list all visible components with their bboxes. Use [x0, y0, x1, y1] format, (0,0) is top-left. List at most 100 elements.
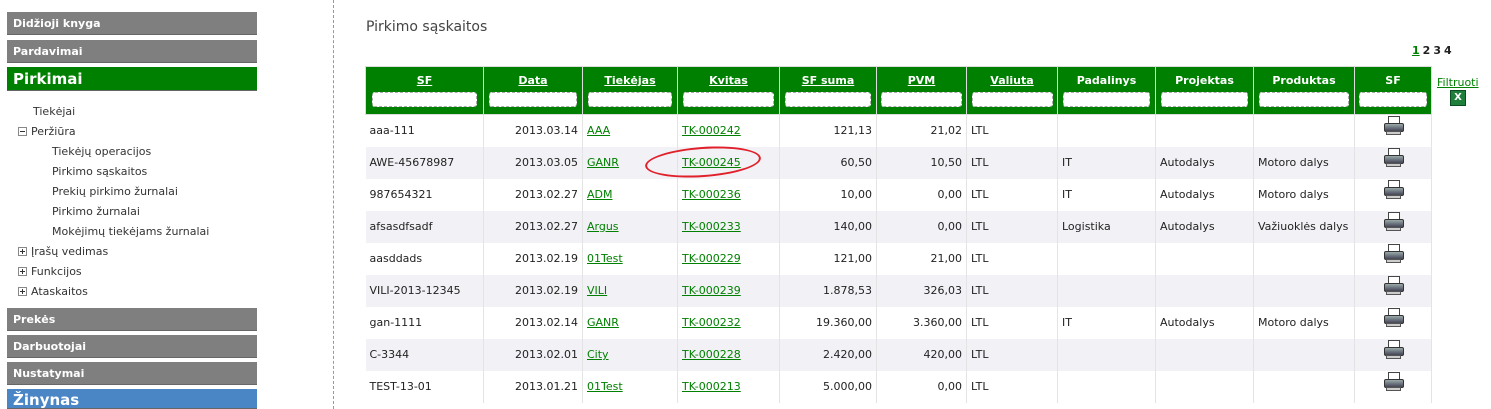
supplier-link[interactable]: Argus — [587, 220, 619, 233]
excel-icon[interactable]: X — [1450, 90, 1466, 106]
filter-input[interactable] — [1160, 92, 1249, 107]
tree-item-prekiu-pirkimo-zurnalai[interactable]: Prekių pirkimo žurnalai — [52, 185, 178, 199]
cell-valiuta: LTL — [966, 242, 1058, 275]
column-label: Tiekėjas — [604, 74, 656, 87]
menu-darbuotojai[interactable]: Darbuotojai — [7, 335, 257, 358]
tree-plus-icon[interactable] — [18, 247, 27, 256]
receipt-link[interactable]: TK-000228 — [682, 348, 741, 361]
printer-icon[interactable] — [1382, 243, 1404, 264]
cell-pvm: 21,02 — [876, 114, 967, 147]
filter-input[interactable] — [1062, 92, 1151, 107]
cell-projektas: Autodalys — [1155, 306, 1254, 339]
receipt-link[interactable]: TK-000229 — [682, 252, 741, 265]
cell-sf: afsasdfsadf — [365, 210, 484, 243]
filter-link[interactable]: Filtruoti — [1437, 76, 1479, 89]
cell-kvitas: TK-000236 — [677, 178, 780, 211]
page-link-2[interactable]: 2 — [1423, 44, 1431, 57]
divider — [333, 0, 334, 409]
receipt-link[interactable]: TK-000213 — [682, 380, 741, 393]
cell-tiekejas: VILI — [582, 274, 678, 307]
menu-pardavimai[interactable]: Pardavimai — [7, 40, 257, 63]
tree-item-pirkimo-saskaitos[interactable]: Pirkimo sąskaitos — [52, 165, 147, 179]
supplier-link[interactable]: AAA — [587, 124, 610, 137]
cell-print — [1354, 338, 1432, 371]
cell-tiekejas: 01Test — [582, 242, 678, 275]
cell-data: 2013.02.01 — [483, 338, 583, 371]
tree-item-mokejimu-zurnalai[interactable]: Mokėjimų tiekėjams žurnalai — [52, 225, 209, 239]
tree-plus-icon[interactable] — [18, 287, 27, 296]
filter-input[interactable] — [683, 92, 774, 107]
column-header-sf[interactable]: SF — [365, 66, 484, 115]
cell-produktas — [1253, 338, 1355, 371]
tree-item-tiekejai[interactable]: Tiekėjai — [33, 105, 75, 119]
filter-input[interactable] — [1358, 92, 1428, 107]
printer-icon[interactable] — [1382, 339, 1404, 360]
column-label: SF — [1385, 74, 1401, 87]
menu-zinynas[interactable]: Žinynas — [7, 389, 257, 409]
receipt-link[interactable]: TK-000236 — [682, 188, 741, 201]
printer-icon[interactable] — [1382, 147, 1404, 168]
cell-print — [1354, 306, 1432, 339]
printer-icon[interactable] — [1382, 275, 1404, 296]
tree-item-label: Pirkimo sąskaitos — [52, 165, 148, 178]
printer-icon[interactable] — [1382, 116, 1404, 136]
supplier-link[interactable]: ADM — [587, 188, 613, 201]
cell-sf: aasddads — [365, 242, 484, 275]
column-header-tiekejas[interactable]: Tiekėjas — [582, 66, 678, 115]
cell-print — [1354, 146, 1432, 179]
filter-input[interactable] — [488, 92, 578, 107]
page-link-1[interactable]: 1 — [1412, 44, 1420, 57]
tree-item-perziura[interactable]: Peržiūra — [18, 125, 76, 139]
table-row: AWE-45678987 2013.03.05 GANR TK-000245 60,50… — [365, 146, 1432, 179]
supplier-link[interactable]: GANR — [587, 316, 619, 329]
column-header-data[interactable]: Data — [483, 66, 583, 115]
supplier-link[interactable]: City — [587, 348, 609, 361]
table-row: aasddads 2013.02.19 01Test TK-000229 121,00 2… — [365, 242, 1432, 275]
menu-didzioji-knyga[interactable]: Didžioji knyga — [7, 12, 257, 35]
table-row: C-3344 2013.02.01 City TK-000228 2.420,00 420… — [365, 338, 1432, 371]
receipt-link[interactable]: TK-000245 — [682, 156, 741, 169]
cell-sf-suma: 10,00 — [779, 178, 877, 211]
filter-input[interactable] — [971, 92, 1053, 107]
printer-icon[interactable] — [1382, 307, 1404, 328]
menu-nustatymai[interactable]: Nustatymai — [7, 362, 257, 385]
table-row: gan-1111 2013.02.14 GANR TK-000232 19.360,00… — [365, 306, 1432, 339]
tree-item-label: Pirkimo žurnalai — [52, 205, 140, 218]
tree-item-funkcijos[interactable]: Funkcijos — [18, 265, 82, 279]
filter-input[interactable] — [784, 92, 872, 107]
supplier-link[interactable]: 01Test — [587, 380, 623, 393]
printer-icon[interactable] — [1382, 371, 1404, 392]
tree-item-pirkimo-zurnalai[interactable]: Pirkimo žurnalai — [52, 205, 140, 219]
page-link-4[interactable]: 4 — [1444, 44, 1452, 57]
menu-prekes[interactable]: Prekės — [7, 308, 257, 331]
cell-print — [1354, 274, 1432, 307]
printer-icon[interactable] — [1382, 211, 1404, 232]
menu-pirkimai[interactable]: Pirkimai — [7, 67, 257, 91]
cell-padalinys — [1057, 370, 1156, 403]
receipt-link[interactable]: TK-000239 — [682, 284, 741, 297]
cell-padalinys: IT — [1057, 146, 1156, 179]
filter-input[interactable] — [881, 92, 962, 107]
tree-item-irasu-vedimas[interactable]: Įrašų vedimas — [18, 245, 108, 259]
tree-plus-icon[interactable] — [18, 267, 27, 276]
column-header-sf-suma[interactable]: SF suma — [779, 66, 877, 115]
supplier-link[interactable]: 01Test — [587, 252, 623, 265]
tree-minus-icon[interactable] — [18, 127, 27, 136]
column-header-pvm[interactable]: PVM — [876, 66, 967, 115]
filter-input[interactable] — [587, 92, 673, 107]
filter-input[interactable] — [1259, 92, 1349, 107]
tree-item-tiekeju-operacijos[interactable]: Tiekėjų operacijos — [52, 145, 151, 159]
supplier-link[interactable]: GANR — [587, 156, 619, 169]
filter-input[interactable] — [371, 92, 478, 107]
printer-icon[interactable] — [1382, 179, 1404, 200]
tree-item-ataskaitos[interactable]: Ataskaitos — [18, 285, 88, 299]
column-header-valiuta[interactable]: Valiuta — [966, 66, 1058, 115]
cell-sf-suma: 60,50 — [779, 146, 877, 179]
receipt-link[interactable]: TK-000233 — [682, 220, 741, 233]
page-link-3[interactable]: 3 — [1433, 44, 1441, 57]
supplier-link[interactable]: VILI — [587, 284, 607, 297]
column-header-kvitas[interactable]: Kvitas — [677, 66, 780, 115]
receipt-link[interactable]: TK-000232 — [682, 316, 741, 329]
receipt-link[interactable]: TK-000242 — [682, 124, 741, 137]
cell-tiekejas: 01Test — [582, 370, 678, 403]
